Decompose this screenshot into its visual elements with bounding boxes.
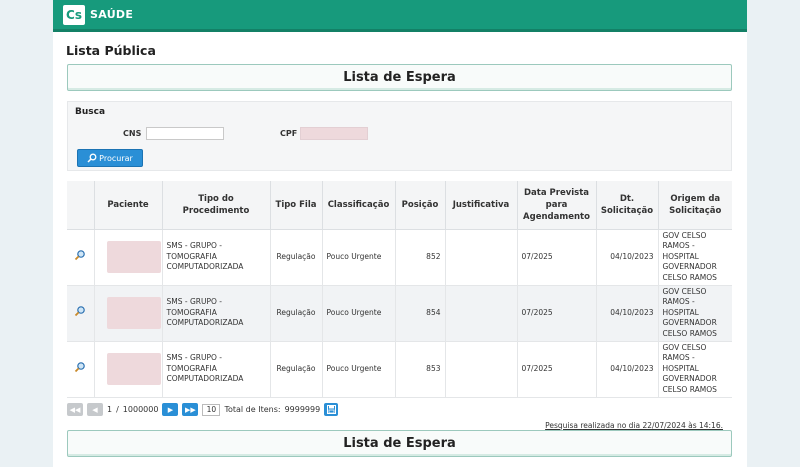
scheduled-date-cell: 07/2025 — [516, 285, 596, 342]
page-container: Cs SAÚDE Lista Pública Lista de Espera B… — [53, 0, 747, 467]
last-page-button[interactable]: ▶▶ — [182, 403, 199, 416]
cns-input[interactable] — [146, 127, 224, 140]
procedure-cell: SMS - GRUPO - TOMOGRAFIA COMPUTADORIZADA — [161, 285, 270, 342]
cpf-input[interactable] — [300, 127, 368, 140]
patient-cell — [93, 229, 162, 286]
save-icon — [326, 405, 336, 414]
justification-cell — [444, 341, 517, 398]
search-title: Busca — [75, 107, 106, 117]
section-header-top: Lista de Espera — [67, 64, 732, 91]
redacted-patient — [106, 353, 161, 385]
classification-cell: Pouco Urgente — [321, 229, 395, 286]
logo-mark: Cs — [63, 4, 85, 25]
cns-label: CNS — [123, 129, 142, 138]
next-page-icon: ▶ — [167, 405, 174, 414]
prev-page-button[interactable]: ◀ — [87, 403, 103, 416]
section-header-bottom: Lista de Espera — [67, 430, 732, 457]
column-header-posicao: Posição — [394, 181, 445, 230]
classification-cell: Pouco Urgente — [321, 341, 395, 398]
row-action-cell — [67, 229, 94, 286]
page-size-input[interactable]: 10 — [202, 403, 221, 416]
redacted-patient — [106, 297, 161, 329]
total-items-value: 9999999 — [284, 405, 321, 414]
last-page-icon: ▶▶ — [185, 405, 196, 414]
cpf-label: CPF — [280, 129, 298, 138]
procurar-label: Procurar — [99, 153, 133, 163]
prev-page-icon: ◀ — [92, 405, 98, 414]
queue-type-cell: Regulação — [269, 285, 322, 342]
column-header-origem: Origem da Solicitação — [657, 181, 732, 230]
request-date-cell: 04/10/2023 — [595, 285, 658, 342]
procedure-cell: SMS - GRUPO - TOMOGRAFIA COMPUTADORIZADA — [161, 229, 270, 286]
position-cell: 853 — [394, 341, 445, 398]
justification-cell — [444, 229, 517, 286]
classification-cell: Pouco Urgente — [321, 285, 395, 342]
magnifier-icon[interactable] — [74, 361, 86, 373]
table-row: SMS - GRUPO - TOMOGRAFIA COMPUTADORIZADA… — [67, 341, 732, 398]
column-header-paciente: Paciente — [93, 181, 162, 230]
column-header-action — [67, 181, 94, 230]
column-header-justificativa: Justificativa — [444, 181, 517, 230]
patient-cell — [93, 341, 162, 398]
logo-text: SAÚDE — [90, 8, 134, 21]
patient-cell — [93, 285, 162, 342]
magnifier-icon[interactable] — [74, 249, 86, 261]
redacted-patient — [106, 241, 161, 273]
search-timestamp: Pesquisa realizada no dia 22/07/2024 às … — [545, 421, 723, 430]
request-date-cell: 04/10/2023 — [595, 229, 658, 286]
queue-type-cell: Regulação — [269, 341, 322, 398]
magnifier-icon[interactable] — [74, 305, 86, 317]
page-separator: / — [116, 405, 119, 414]
scheduled-date-cell: 07/2025 — [516, 229, 596, 286]
column-header-classificacao: Classificação — [321, 181, 395, 230]
pagination-bar: ◀◀ ◀ 1 / 1000000 ▶ ▶▶ 10 Total de Itens:… — [67, 402, 339, 417]
first-page-button[interactable]: ◀◀ — [67, 403, 83, 416]
position-cell: 852 — [394, 229, 445, 286]
total-pages: 1000000 — [122, 405, 159, 414]
column-header-tipo-procedimento: Tipo do Procedimento — [161, 181, 270, 230]
table-row: SMS - GRUPO - TOMOGRAFIA COMPUTADORIZADA… — [67, 229, 732, 286]
magnifier-icon — [87, 153, 97, 163]
export-button[interactable] — [324, 403, 339, 416]
row-action-cell — [67, 285, 94, 342]
total-items-label: Total de Itens: — [224, 405, 281, 414]
next-page-button[interactable]: ▶ — [162, 403, 179, 416]
procedure-cell: SMS - GRUPO - TOMOGRAFIA COMPUTADORIZADA — [161, 341, 270, 398]
origin-cell: GOV CELSO RAMOS - HOSPITAL GOVERNADOR CE… — [657, 341, 732, 398]
origin-cell: GOV CELSO RAMOS - HOSPITAL GOVERNADOR CE… — [657, 285, 732, 342]
current-page: 1 — [107, 405, 113, 414]
waiting-list-table: Paciente Tipo do Procedimento Tipo Fila … — [67, 181, 732, 398]
row-action-cell — [67, 341, 94, 398]
procurar-button[interactable]: Procurar — [77, 149, 143, 167]
column-header-dt-solicitacao: Dt. Solicitação — [595, 181, 658, 230]
top-bar: Cs SAÚDE — [53, 0, 747, 32]
column-header-data-prevista: Data Prevista para Agendamento — [516, 181, 596, 230]
queue-type-cell: Regulação — [269, 229, 322, 286]
table-row: SMS - GRUPO - TOMOGRAFIA COMPUTADORIZADA… — [67, 285, 732, 342]
request-date-cell: 04/10/2023 — [595, 341, 658, 398]
page-title: Lista Pública — [66, 43, 156, 58]
column-header-tipo-fila: Tipo Fila — [269, 181, 322, 230]
origin-cell: GOV CELSO RAMOS - HOSPITAL GOVERNADOR CE… — [657, 229, 732, 286]
position-cell: 854 — [394, 285, 445, 342]
search-panel: Busca CNS CPF Procurar — [67, 101, 732, 171]
first-page-icon: ◀◀ — [69, 405, 81, 414]
table-header-row: Paciente Tipo do Procedimento Tipo Fila … — [67, 181, 732, 230]
justification-cell — [444, 285, 517, 342]
scheduled-date-cell: 07/2025 — [516, 341, 596, 398]
